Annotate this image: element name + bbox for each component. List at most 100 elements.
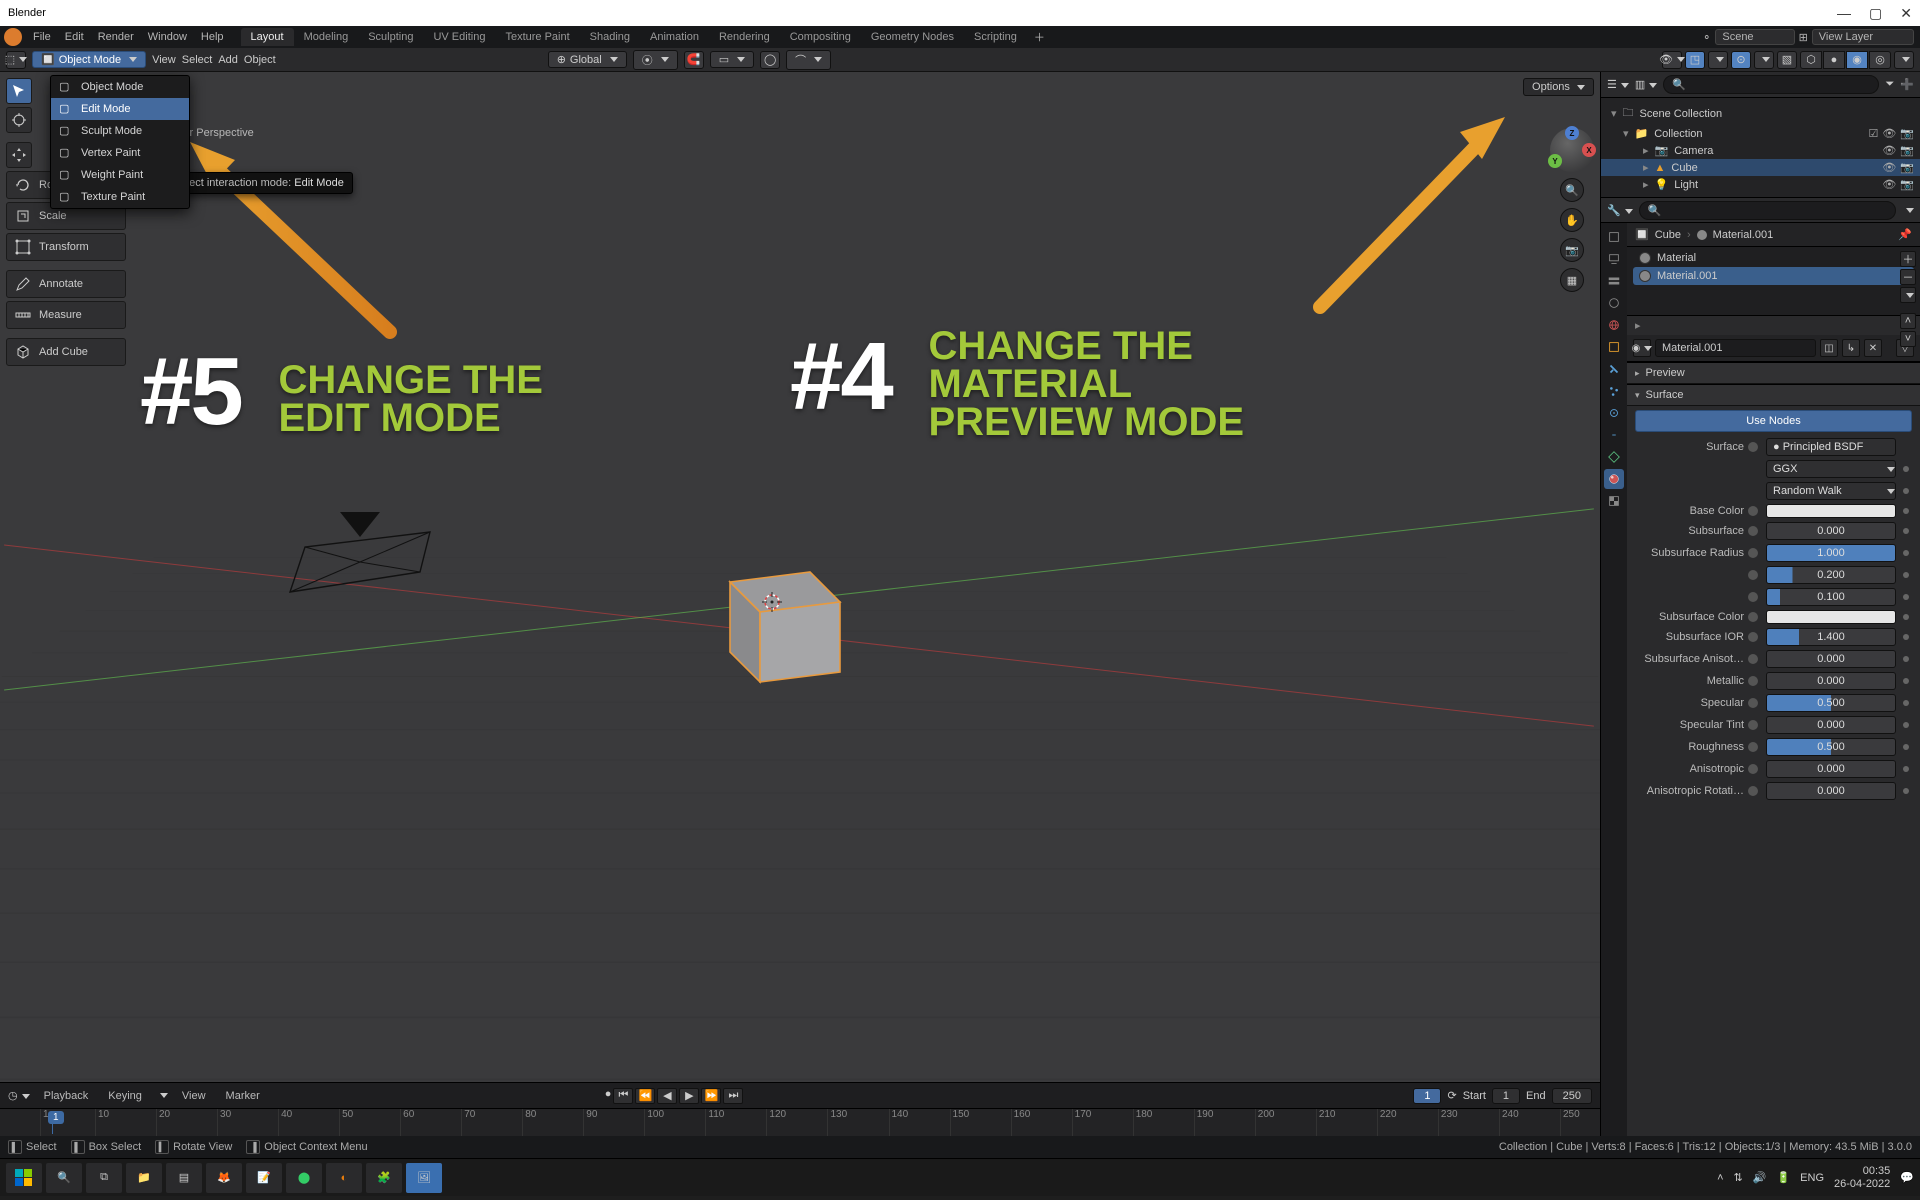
prop-specular-link-icon[interactable]	[1748, 698, 1758, 708]
frame-sync-icon[interactable]: ⟳	[1447, 1089, 1456, 1102]
outliner-display-mode[interactable]: ▥	[1635, 78, 1657, 91]
tray-volume-icon[interactable]: 🔊	[1753, 1171, 1767, 1184]
material-slot-add[interactable]: ＋	[1900, 251, 1916, 267]
panel-preview[interactable]: ▸Preview	[1627, 362, 1920, 384]
tool-select-box[interactable]	[6, 78, 32, 104]
tool-move[interactable]	[6, 142, 32, 168]
menu-render[interactable]: Render	[91, 31, 141, 43]
tray-network-icon[interactable]: ⇅	[1734, 1171, 1743, 1184]
prop-anisotropic-value[interactable]: 0.000	[1766, 760, 1896, 778]
outliner-filter[interactable]: ⏷	[1885, 78, 1894, 91]
material-unlink[interactable]: ✕	[1864, 339, 1882, 357]
camera-object[interactable]	[270, 502, 450, 622]
prop-subsurface-ior-link-icon[interactable]	[1748, 632, 1758, 642]
window-close[interactable]: ✕	[1900, 5, 1912, 22]
prop-specular-tint-value[interactable]: 0.000	[1766, 716, 1896, 734]
tab-viewlayer[interactable]	[1604, 271, 1624, 291]
workspace-tab-layout[interactable]: Layout	[241, 28, 294, 46]
start-button[interactable]	[6, 1163, 42, 1193]
mode-item-sculpt-mode[interactable]: ▢Sculpt Mode	[51, 120, 189, 142]
menu-help[interactable]: Help	[194, 31, 231, 43]
start-frame-field[interactable]: 1	[1492, 1088, 1520, 1104]
material-slot-up[interactable]: ˄	[1900, 313, 1916, 329]
prop-subsurface-color-color[interactable]	[1766, 610, 1896, 624]
material-slot-down[interactable]: ˅	[1900, 331, 1916, 347]
material-users[interactable]: ◫	[1820, 339, 1838, 357]
prop-base-color-link-icon[interactable]	[1748, 506, 1758, 516]
shading-options-dropdown[interactable]	[1894, 51, 1914, 69]
taskbar-app-4[interactable]: 🧩	[366, 1163, 402, 1193]
surface-shader-dropdown[interactable]: ● Principled BSDF	[1766, 438, 1896, 456]
object-visibility-dropdown[interactable]: 👁	[1662, 51, 1682, 69]
tool-measure[interactable]: Measure	[6, 301, 126, 329]
camera-view-gizmo[interactable]: 📷	[1560, 238, 1584, 262]
prop-metallic-link-icon[interactable]	[1748, 676, 1758, 686]
prop-stack-link-icon[interactable]	[1748, 592, 1758, 602]
workspace-tab-compositing[interactable]: Compositing	[780, 28, 861, 46]
sss-method-dropdown[interactable]: Random Walk	[1766, 482, 1896, 500]
pin-icon[interactable]: 📌	[1898, 228, 1912, 241]
mode-item-texture-paint[interactable]: ▢Texture Paint	[51, 186, 189, 208]
workspace-tab-texture-paint[interactable]: Texture Paint	[495, 28, 579, 46]
viewlayer-field[interactable]: View Layer	[1812, 29, 1914, 45]
snap-target-dropdown[interactable]: ▭	[710, 51, 754, 68]
properties-editor-dropdown[interactable]: 🔧	[1607, 204, 1633, 217]
timeline-menu-marker[interactable]: Marker	[220, 1090, 266, 1102]
workspace-tab-rendering[interactable]: Rendering	[709, 28, 780, 46]
timeline-track[interactable]: 1 11020304050607080901001101201301401501…	[0, 1108, 1600, 1136]
material-slot-1[interactable]: Material.001	[1633, 267, 1914, 285]
shading-material-preview[interactable]: ◉	[1846, 51, 1868, 69]
prop-anisotropic-rotati-link-icon[interactable]	[1748, 786, 1758, 796]
pan-gizmo[interactable]: ✋	[1560, 208, 1584, 232]
tool-annotate[interactable]: Annotate	[6, 270, 126, 298]
gizmo-options-dropdown[interactable]	[1708, 51, 1728, 69]
outliner-editor-dropdown[interactable]: ☰	[1607, 78, 1629, 91]
prop-roughness-link-icon[interactable]	[1748, 742, 1758, 752]
taskbar-app-2[interactable]: 📝	[246, 1163, 282, 1193]
taskbar-app-3[interactable]: ⬤	[286, 1163, 322, 1193]
tab-physics[interactable]	[1604, 403, 1624, 423]
workspace-tab-shading[interactable]: Shading	[580, 28, 640, 46]
timeline-cursor[interactable]: 1	[48, 1111, 64, 1124]
tab-texture[interactable]	[1604, 491, 1624, 511]
jump-start[interactable]: ⏮	[613, 1088, 633, 1104]
menu-file[interactable]: File	[26, 31, 58, 43]
distribution-dropdown[interactable]: GGX	[1766, 460, 1896, 478]
zoom-gizmo[interactable]: 🔍	[1560, 178, 1584, 202]
material-slot-menu[interactable]	[1900, 287, 1916, 303]
prop-base-color-color[interactable]	[1766, 504, 1896, 518]
prop-roughness-value[interactable]: 0.500	[1766, 738, 1896, 756]
view3d-menu-select[interactable]: Select	[182, 54, 213, 66]
outliner-item-cube[interactable]: ▸ ▲ Cube👁📷	[1601, 159, 1920, 176]
taskbar-firefox[interactable]: 🦊	[206, 1163, 242, 1193]
prop-subsurface-anisot-value[interactable]: 0.000	[1766, 650, 1896, 668]
tool-add-cube[interactable]: Add Cube	[6, 338, 126, 366]
tab-render[interactable]	[1604, 227, 1624, 247]
shading-wireframe[interactable]: ⬡	[1800, 51, 1822, 69]
tray-notifications-icon[interactable]: 💬	[1900, 1171, 1914, 1184]
tab-modifiers[interactable]	[1604, 359, 1624, 379]
overlay-options-dropdown[interactable]	[1754, 51, 1774, 69]
tab-material[interactable]	[1604, 469, 1624, 489]
outliner-scene-collection[interactable]: ▾ 🗀 Scene Collection	[1601, 102, 1920, 125]
use-nodes-button[interactable]: Use Nodes	[1635, 410, 1912, 432]
workspace-tab-scripting[interactable]: Scripting	[964, 28, 1027, 46]
outliner-new-collection[interactable]: ➕	[1900, 78, 1914, 91]
tray-chevron-icon[interactable]: ˄	[1717, 1172, 1723, 1184]
tray-battery-icon[interactable]: 🔋	[1776, 1171, 1790, 1184]
tab-data[interactable]	[1604, 447, 1624, 467]
editor-type-dropdown[interactable]: ⬚	[6, 51, 26, 69]
mode-item-vertex-paint[interactable]: ▢Vertex Paint	[51, 142, 189, 164]
gizmo-x-icon[interactable]: X	[1582, 143, 1596, 157]
taskbar-blender[interactable]: ◐	[326, 1163, 362, 1193]
timeline-menu-view[interactable]: View	[176, 1090, 212, 1102]
taskbar-app-5[interactable]: 🖼	[406, 1163, 442, 1193]
orientation-dropdown[interactable]: ⊕ Global	[548, 51, 627, 68]
taskbar-search[interactable]: 🔍	[46, 1163, 82, 1193]
material-slot-0[interactable]: Material	[1633, 249, 1914, 267]
pivot-dropdown[interactable]: ⦿	[633, 50, 678, 70]
prop-subsurface-ior-value[interactable]: 1.400	[1766, 628, 1896, 646]
panel-surface[interactable]: ▾Surface	[1627, 384, 1920, 406]
snap-toggle[interactable]: 🧲	[684, 51, 704, 69]
prop-stack-link-icon[interactable]	[1748, 570, 1758, 580]
